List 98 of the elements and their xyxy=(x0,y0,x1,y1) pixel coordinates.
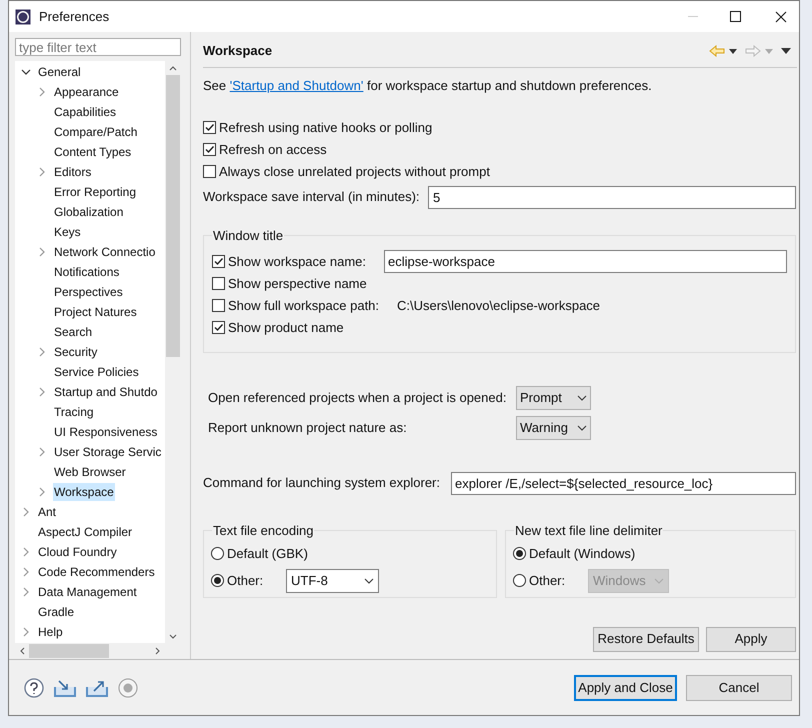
explorer-command-field[interactable]: explorer /E,/select=${selected_resource_loc} xyxy=(451,472,796,494)
page-button[interactable]: Restore Defaults xyxy=(593,626,699,652)
tree-item[interactable]: Code Recommenders xyxy=(37,563,156,581)
tree-item[interactable]: Data Management xyxy=(37,583,138,601)
tree-item[interactable]: Search xyxy=(53,323,94,341)
chevron-right-icon[interactable] xyxy=(21,587,31,597)
caret-icon xyxy=(577,394,587,400)
dropdown[interactable]: Warning xyxy=(516,416,591,440)
tree-item[interactable]: Ant xyxy=(37,503,58,521)
tree-item[interactable]: Content Types xyxy=(53,143,132,161)
close-icon[interactable] xyxy=(775,10,787,22)
chevron-right-icon[interactable] xyxy=(21,567,31,577)
tree-item[interactable]: Compare/Patch xyxy=(53,123,138,141)
chevron-right-icon[interactable] xyxy=(21,507,31,517)
tree-item[interactable]: Startup and Shutdo xyxy=(53,383,158,401)
radio-label: Other: xyxy=(529,572,566,590)
dropdown[interactable]: Prompt xyxy=(516,386,591,410)
tree-item[interactable]: Cloud Foundry xyxy=(37,543,118,561)
field-label: Command for launching system explorer: xyxy=(203,474,441,492)
chevron-right-icon[interactable] xyxy=(37,347,47,357)
export-icon[interactable] xyxy=(86,678,108,696)
scroll-up-icon[interactable] xyxy=(169,66,177,70)
tree-item[interactable]: Error Reporting xyxy=(53,183,138,201)
checkbox-label: Always close unrelated projects without prompt xyxy=(219,162,490,181)
tree-item[interactable]: UI Responsiveness xyxy=(53,423,158,441)
tree-item[interactable]: AspectJ Compiler xyxy=(37,523,134,541)
page-title: Workspace xyxy=(203,42,272,60)
tree-item[interactable]: User Storage Servic xyxy=(53,443,162,461)
chevron-right-icon[interactable] xyxy=(21,547,31,557)
dropdown[interactable]: UTF-8 xyxy=(286,568,379,592)
checkbox[interactable] xyxy=(203,165,216,178)
chevron-right-icon[interactable] xyxy=(21,627,31,637)
filter-field[interactable]: type filter text xyxy=(15,38,181,56)
tree-item[interactable]: Perspectives xyxy=(53,283,124,301)
import-icon[interactable] xyxy=(54,678,76,696)
tree-item[interactable]: Workspace xyxy=(53,483,115,501)
record-icon[interactable] xyxy=(118,678,138,698)
checkbox[interactable] xyxy=(212,299,225,312)
tree-item[interactable]: Editors xyxy=(53,163,92,181)
scroll-down-icon[interactable] xyxy=(169,634,177,639)
radio-button[interactable] xyxy=(211,547,224,560)
field-label: Workspace save interval (in minutes): xyxy=(203,188,421,206)
help-icon[interactable] xyxy=(24,678,44,698)
radio-button[interactable] xyxy=(513,547,526,560)
chevron-down-icon[interactable] xyxy=(21,67,31,77)
radio-label: Other: xyxy=(227,572,264,590)
checkbox-label: Refresh using native hooks or polling xyxy=(219,118,432,137)
startup-link[interactable]: 'Startup and Shutdown' xyxy=(230,78,364,93)
workspace-name-field[interactable]: eclipse-workspace xyxy=(384,250,787,273)
field-label: Report unknown project nature as: xyxy=(208,418,408,437)
checkbox-label: Show product name xyxy=(228,318,344,337)
path-text: C:\Users\lenovo\eclipse-workspace xyxy=(397,296,600,315)
maximize-icon[interactable] xyxy=(730,11,741,22)
chevron-right-icon[interactable] xyxy=(37,447,47,457)
intro-text: See 'Startup and Shutdown' for workspace startup and shutdown preferences. xyxy=(203,77,653,95)
tree-item[interactable]: Security xyxy=(53,343,98,361)
checkbox[interactable] xyxy=(203,143,216,156)
tree-item[interactable]: Tracing xyxy=(53,403,95,421)
checkbox-label: Refresh on access xyxy=(219,140,327,159)
tree-item[interactable]: Capabilities xyxy=(53,103,118,121)
tree-item[interactable]: Service Policies xyxy=(53,363,140,381)
checkbox-label: Show workspace name: xyxy=(228,252,368,271)
tree-item[interactable]: Project Natures xyxy=(53,303,138,321)
tree-item[interactable]: Notifications xyxy=(53,263,120,281)
dialog-button[interactable]: Apply and Close xyxy=(574,674,677,700)
caret-icon[interactable] xyxy=(729,48,737,54)
page-button[interactable]: Apply xyxy=(706,626,796,652)
menu-caret-icon[interactable] xyxy=(781,48,791,54)
chevron-right-icon[interactable] xyxy=(37,87,47,97)
caret-icon xyxy=(577,424,587,430)
checkbox[interactable] xyxy=(212,255,225,268)
checkbox-label: Show full workspace path: xyxy=(228,296,380,315)
chevron-right-icon[interactable] xyxy=(37,167,47,177)
tree-item[interactable]: Appearance xyxy=(53,83,120,101)
checkbox[interactable] xyxy=(203,121,216,134)
tree-item[interactable]: Keys xyxy=(53,223,82,241)
tree-item[interactable]: Help xyxy=(37,623,64,641)
chevron-right-icon[interactable] xyxy=(37,247,47,257)
chevron-right-icon[interactable] xyxy=(37,487,47,497)
radio-button[interactable] xyxy=(211,574,224,587)
checkbox-label: Show perspective name xyxy=(228,274,367,293)
tree-item[interactable]: General xyxy=(37,63,82,81)
checkbox[interactable] xyxy=(212,321,225,334)
checkbox[interactable] xyxy=(212,277,225,290)
tree-item[interactable]: Network Connectio xyxy=(53,243,156,261)
radio-label: Default (GBK) xyxy=(227,544,308,563)
window-title: Preferences xyxy=(39,8,110,26)
dialog-button[interactable]: Cancel xyxy=(686,674,792,700)
save-interval-field[interactable]: 5 xyxy=(428,186,796,208)
field-label: Open referenced projects when a project is opened: xyxy=(208,388,508,407)
caret-icon xyxy=(654,578,664,584)
caret-icon xyxy=(364,578,374,584)
tree-item[interactable]: Globalization xyxy=(53,203,124,221)
tree-item[interactable]: Gradle xyxy=(37,603,76,621)
chevron-right-icon[interactable] xyxy=(37,387,47,397)
radio-label: Default (Windows) xyxy=(529,544,636,563)
app-icon xyxy=(15,8,31,24)
tree-item[interactable]: Web Browser xyxy=(53,463,127,481)
